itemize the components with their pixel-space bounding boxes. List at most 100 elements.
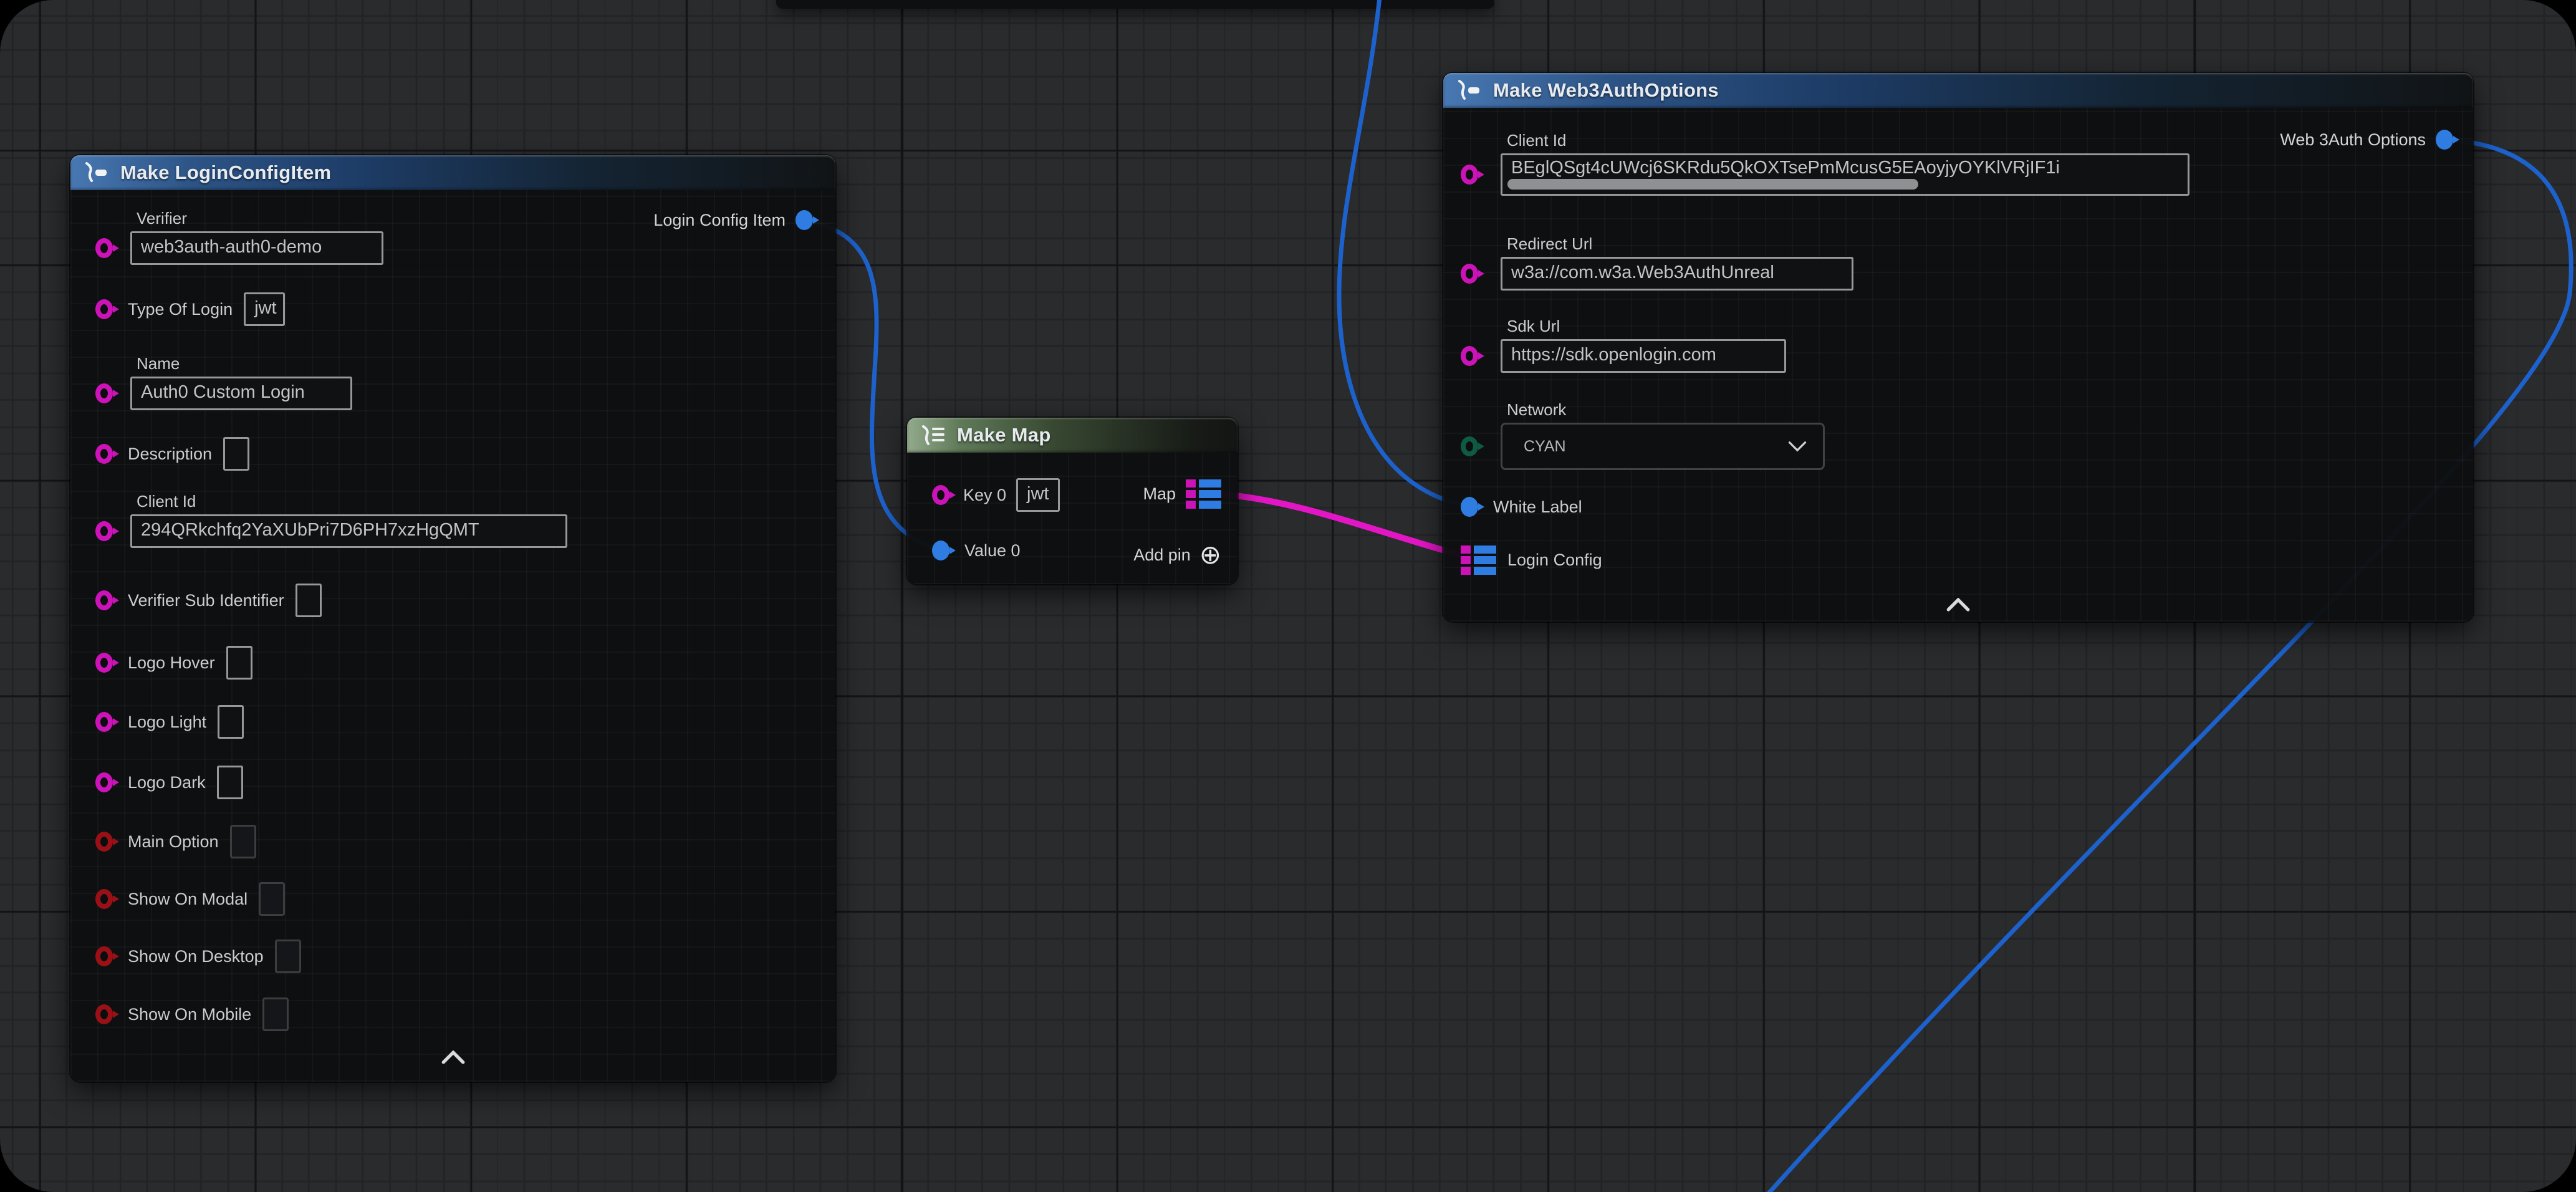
redirect-url-pin[interactable]	[1461, 261, 1482, 286]
main-option-label: Main Option	[128, 832, 219, 852]
offscreen-node-remnant	[776, 0, 1494, 9]
name-input[interactable]: Auth0 Custom Login	[130, 377, 352, 410]
node-make-map[interactable]: Make Map Key 0 jwt Map Value 0 Add pin ⊕	[907, 418, 1238, 584]
redirect-url-input[interactable]: w3a://com.w3a.Web3AuthUnreal	[1501, 257, 1853, 291]
node-make-loginconfigitem[interactable]: Make LoginConfigItem Login Config Item V…	[70, 155, 835, 1082]
value0-pin[interactable]	[932, 538, 953, 563]
verifier-pin[interactable]	[95, 236, 117, 261]
sdk-url-input[interactable]: https://sdk.openlogin.com	[1501, 339, 1786, 373]
field-show-on-desktop: Show On Desktop	[95, 940, 301, 973]
field-login-config: Login Config	[1461, 544, 1602, 575]
field-show-on-modal: Show On Modal	[95, 882, 285, 916]
field-client-id: Client Id BEglQSgt4cUWcj6SKRdu5QkOXTsePm…	[1461, 131, 2189, 196]
verifier-sub-identifier-input[interactable]	[296, 584, 322, 617]
horizontal-scrollbar[interactable]	[1507, 179, 1918, 190]
name-label: Name	[137, 354, 352, 373]
client-id-input[interactable]: BEglQSgt4cUWcj6SKRdu5QkOXTsePmMcusG5EAoy…	[1501, 153, 2189, 196]
logo-light-input[interactable]	[218, 705, 244, 739]
add-pin-button[interactable]: Add pin ⊕	[1133, 542, 1221, 567]
key0-pin[interactable]	[932, 483, 953, 507]
field-main-option: Main Option	[95, 825, 256, 858]
collapse-node-button[interactable]	[435, 1048, 472, 1067]
redirect-url-label: Redirect Url	[1507, 234, 1853, 254]
logo-dark-pin[interactable]	[95, 770, 117, 795]
map-output-label: Map	[1143, 484, 1176, 504]
make-map-icon	[920, 425, 947, 446]
show-on-mobile-checkbox[interactable]	[262, 997, 289, 1031]
key0-input[interactable]: jwt	[1016, 478, 1060, 512]
node-title: Make Web3AuthOptions	[1493, 79, 1719, 102]
field-redirect-url: Redirect Url w3a://com.w3a.Web3AuthUnrea…	[1461, 234, 1853, 291]
verifier-label: Verifier	[137, 209, 383, 228]
type-of-login-input[interactable]: jwt	[244, 292, 285, 326]
show-on-desktop-pin[interactable]	[95, 944, 117, 969]
name-pin[interactable]	[95, 381, 117, 406]
collapse-node-button[interactable]	[1939, 595, 1977, 614]
field-logo-hover: Logo Hover	[95, 646, 252, 680]
description-label: Description	[128, 445, 212, 464]
show-on-desktop-checkbox[interactable]	[275, 940, 301, 973]
node-header[interactable]: Make Web3AuthOptions	[1443, 73, 2473, 108]
main-option-checkbox[interactable]	[230, 825, 256, 858]
main-option-pin[interactable]	[95, 829, 117, 854]
verifier-sub-identifier-pin[interactable]	[95, 588, 117, 613]
node-title: Make Map	[957, 424, 1051, 446]
field-type-of-login: Type Of Login jwt	[95, 292, 285, 326]
client-id-label: Client Id	[1507, 131, 2189, 150]
output-login-config-item: Login Config Item	[653, 208, 817, 233]
login-config-pin[interactable]	[1461, 546, 1496, 575]
logo-hover-pin[interactable]	[95, 650, 117, 675]
logo-hover-input[interactable]	[226, 646, 252, 680]
field-logo-dark: Logo Dark	[95, 766, 243, 799]
description-pin[interactable]	[95, 441, 117, 466]
field-name: Name Auth0 Custom Login	[95, 354, 352, 410]
type-of-login-pin[interactable]	[95, 297, 117, 322]
field-white-label: White Label	[1461, 494, 1582, 519]
show-on-modal-label: Show On Modal	[128, 890, 248, 909]
field-description: Description	[95, 437, 249, 471]
logo-light-pin[interactable]	[95, 709, 117, 734]
web3auth-options-output-label: Web 3Auth Options	[2280, 130, 2426, 150]
login-config-item-output-pin[interactable]	[795, 208, 817, 233]
sdk-url-pin[interactable]	[1461, 344, 1482, 368]
chevron-up-icon	[1945, 598, 1971, 612]
node-make-web3authoptions[interactable]: Make Web3AuthOptions Web 3Auth Options C…	[1443, 73, 2473, 622]
logo-light-label: Logo Light	[128, 713, 206, 732]
graph-canvas[interactable]: Make LoginConfigItem Login Config Item V…	[0, 0, 2576, 1192]
logo-dark-input[interactable]	[217, 766, 243, 799]
show-on-mobile-pin[interactable]	[95, 1002, 117, 1027]
add-pin-label: Add pin	[1133, 546, 1191, 565]
field-verifier: Verifier web3auth-auth0-demo	[95, 209, 383, 265]
field-value0: Value 0	[932, 538, 1021, 563]
client-id-pin[interactable]	[95, 519, 117, 544]
white-label-pin[interactable]	[1461, 494, 1482, 519]
map-output-pin[interactable]	[1186, 479, 1221, 509]
login-config-label: Login Config	[1507, 550, 1602, 570]
field-network: Network CYAN	[1461, 400, 1825, 470]
show-on-modal-pin[interactable]	[95, 887, 117, 911]
node-header[interactable]: Make Map	[907, 418, 1238, 453]
field-verifier-sub-identifier: Verifier Sub Identifier	[95, 584, 322, 617]
web3auth-options-output-pin[interactable]	[2436, 127, 2457, 152]
field-client-id: Client Id 294QRkchfq2YaXUbPri7D6PH7xzHgQ…	[95, 492, 567, 548]
client-id-pin[interactable]	[1461, 162, 1482, 187]
field-show-on-mobile: Show On Mobile	[95, 997, 289, 1031]
client-id-input[interactable]: 294QRkchfq2YaXUbPri7D6PH7xzHgQMT	[130, 514, 567, 548]
value0-label: Value 0	[964, 541, 1021, 560]
node-header[interactable]: Make LoginConfigItem	[70, 155, 835, 190]
output-web3auth-options: Web 3Auth Options	[2280, 127, 2457, 152]
add-pin-icon: ⊕	[1199, 542, 1221, 568]
show-on-modal-checkbox[interactable]	[259, 882, 285, 916]
white-label-label: White Label	[1493, 497, 1582, 517]
show-on-mobile-label: Show On Mobile	[128, 1005, 251, 1024]
verifier-input[interactable]: web3auth-auth0-demo	[130, 231, 383, 265]
key0-label: Key 0	[963, 486, 1006, 505]
logo-hover-label: Logo Hover	[128, 653, 215, 673]
network-pin[interactable]	[1461, 434, 1482, 459]
field-logo-light: Logo Light	[95, 705, 244, 739]
network-dropdown[interactable]: CYAN	[1501, 423, 1825, 470]
field-key0: Key 0 jwt	[932, 478, 1060, 512]
sdk-url-label: Sdk Url	[1507, 317, 1786, 336]
description-input[interactable]	[223, 437, 249, 471]
node-title: Make LoginConfigItem	[120, 161, 331, 184]
